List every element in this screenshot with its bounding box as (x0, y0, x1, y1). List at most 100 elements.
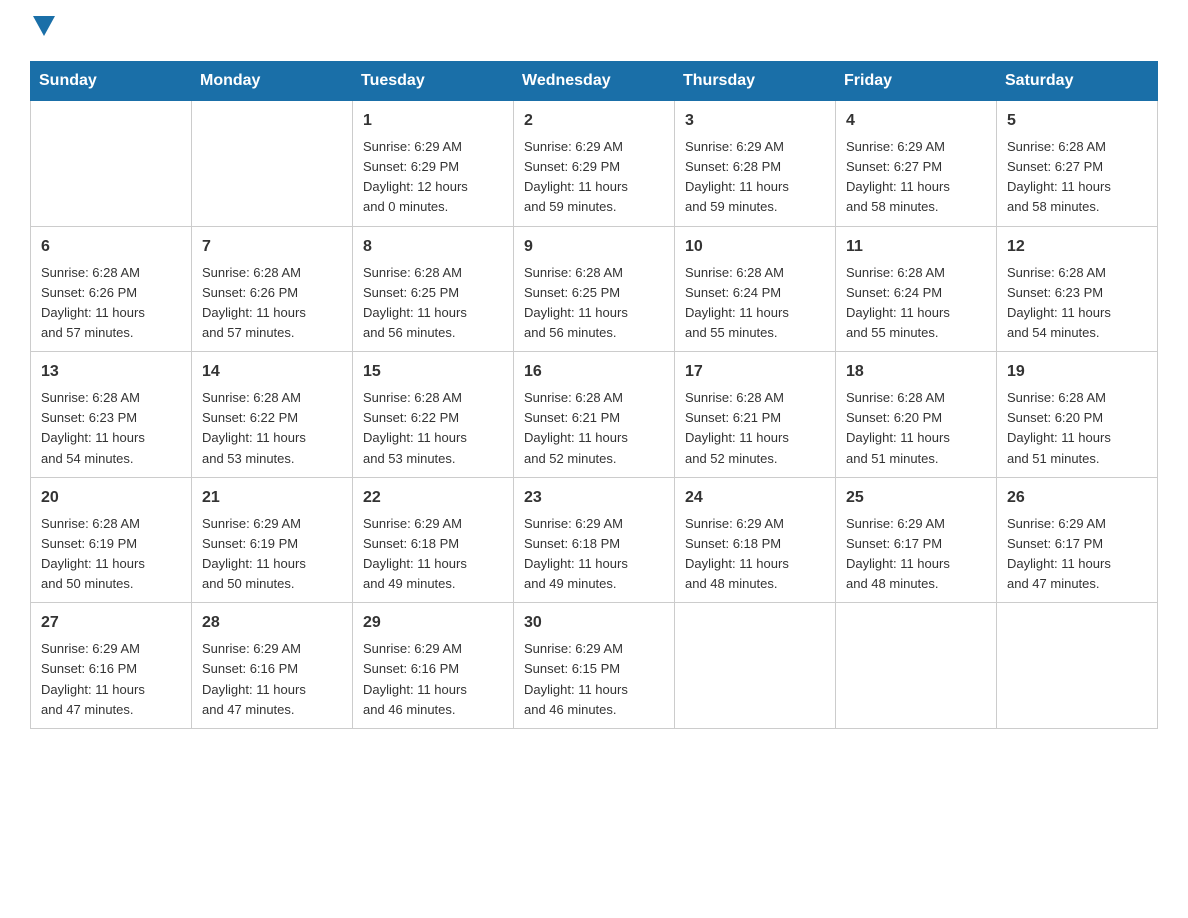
day-number: 15 (363, 360, 503, 384)
day-number: 5 (1007, 109, 1147, 133)
day-info: Sunrise: 6:29 AMSunset: 6:17 PMDaylight:… (1007, 514, 1147, 595)
day-info: Sunrise: 6:28 AMSunset: 6:25 PMDaylight:… (363, 263, 503, 344)
day-info: Sunrise: 6:28 AMSunset: 6:27 PMDaylight:… (1007, 137, 1147, 218)
calendar-cell: 3 Sunrise: 6:29 AMSunset: 6:28 PMDaylight… (675, 101, 836, 227)
day-number: 26 (1007, 486, 1147, 510)
calendar-cell: 5 Sunrise: 6:28 AMSunset: 6:27 PMDaylight… (997, 101, 1158, 227)
calendar-cell: 28 Sunrise: 6:29 AMSunset: 6:16 PMDayligh… (192, 603, 353, 729)
day-number: 12 (1007, 235, 1147, 259)
day-info: Sunrise: 6:28 AMSunset: 6:20 PMDaylight:… (1007, 388, 1147, 469)
calendar-cell: 19 Sunrise: 6:28 AMSunset: 6:20 PMDayligh… (997, 352, 1158, 478)
day-number: 3 (685, 109, 825, 133)
weekday-header-sunday: Sunday (31, 62, 192, 101)
calendar-cell: 27 Sunrise: 6:29 AMSunset: 6:16 PMDayligh… (31, 603, 192, 729)
weekday-header-thursday: Thursday (675, 62, 836, 101)
day-number: 23 (524, 486, 664, 510)
day-number: 20 (41, 486, 181, 510)
calendar-cell (31, 101, 192, 227)
day-number: 6 (41, 235, 181, 259)
day-number: 9 (524, 235, 664, 259)
day-number: 11 (846, 235, 986, 259)
calendar-week-2: 6 Sunrise: 6:28 AMSunset: 6:26 PMDaylight… (31, 226, 1158, 352)
day-info: Sunrise: 6:28 AMSunset: 6:24 PMDaylight:… (685, 263, 825, 344)
calendar-cell: 16 Sunrise: 6:28 AMSunset: 6:21 PMDayligh… (514, 352, 675, 478)
day-info: Sunrise: 6:28 AMSunset: 6:26 PMDaylight:… (202, 263, 342, 344)
calendar-cell: 18Sunrise: 6:28 AMSunset: 6:20 PMDayligh… (836, 352, 997, 478)
header (30, 20, 1158, 41)
calendar-table: SundayMondayTuesdayWednesdayThursdayFrid… (30, 61, 1158, 729)
calendar-cell: 10Sunrise: 6:28 AMSunset: 6:24 PMDayligh… (675, 226, 836, 352)
calendar-week-4: 20 Sunrise: 6:28 AMSunset: 6:19 PMDayligh… (31, 477, 1158, 603)
day-info: Sunrise: 6:28 AMSunset: 6:26 PMDaylight:… (41, 263, 181, 344)
day-number: 19 (1007, 360, 1147, 384)
day-info: Sunrise: 6:28 AMSunset: 6:22 PMDaylight:… (363, 388, 503, 469)
calendar-header: SundayMondayTuesdayWednesdayThursdayFrid… (31, 62, 1158, 101)
day-info: Sunrise: 6:28 AMSunset: 6:25 PMDaylight:… (524, 263, 664, 344)
day-number: 30 (524, 611, 664, 635)
calendar-week-5: 27 Sunrise: 6:29 AMSunset: 6:16 PMDayligh… (31, 603, 1158, 729)
day-number: 2 (524, 109, 664, 133)
day-info: Sunrise: 6:28 AMSunset: 6:21 PMDaylight:… (685, 388, 825, 469)
day-info: Sunrise: 6:28 AMSunset: 6:24 PMDaylight:… (846, 263, 986, 344)
weekday-header-saturday: Saturday (997, 62, 1158, 101)
day-info: Sunrise: 6:29 AMSunset: 6:16 PMDaylight:… (41, 639, 181, 720)
day-info: Sunrise: 6:29 AMSunset: 6:17 PMDaylight:… (846, 514, 986, 595)
day-info: Sunrise: 6:29 AMSunset: 6:19 PMDaylight:… (202, 514, 342, 595)
day-number: 28 (202, 611, 342, 635)
calendar-cell (192, 101, 353, 227)
day-number: 25 (846, 486, 986, 510)
calendar-cell: 2 Sunrise: 6:29 AMSunset: 6:29 PMDaylight… (514, 101, 675, 227)
calendar-cell: 14 Sunrise: 6:28 AMSunset: 6:22 PMDayligh… (192, 352, 353, 478)
calendar-cell: 7Sunrise: 6:28 AMSunset: 6:26 PMDaylight… (192, 226, 353, 352)
calendar-cell: 6 Sunrise: 6:28 AMSunset: 6:26 PMDaylight… (31, 226, 192, 352)
day-number: 16 (524, 360, 664, 384)
calendar-cell: 17 Sunrise: 6:28 AMSunset: 6:21 PMDayligh… (675, 352, 836, 478)
day-info: Sunrise: 6:29 AMSunset: 6:29 PMDaylight:… (524, 137, 664, 218)
day-info: Sunrise: 6:29 AMSunset: 6:18 PMDaylight:… (363, 514, 503, 595)
weekday-header-wednesday: Wednesday (514, 62, 675, 101)
calendar-cell: 11 Sunrise: 6:28 AMSunset: 6:24 PMDayligh… (836, 226, 997, 352)
weekday-header-tuesday: Tuesday (353, 62, 514, 101)
day-info: Sunrise: 6:29 AMSunset: 6:28 PMDaylight:… (685, 137, 825, 218)
weekday-header-monday: Monday (192, 62, 353, 101)
day-number: 27 (41, 611, 181, 635)
calendar-cell: 1Sunrise: 6:29 AMSunset: 6:29 PMDaylight… (353, 101, 514, 227)
calendar-cell: 30 Sunrise: 6:29 AMSunset: 6:15 PMDayligh… (514, 603, 675, 729)
calendar-body: 1Sunrise: 6:29 AMSunset: 6:29 PMDaylight… (31, 101, 1158, 729)
day-info: Sunrise: 6:28 AMSunset: 6:23 PMDaylight:… (41, 388, 181, 469)
day-info: Sunrise: 6:29 AMSunset: 6:18 PMDaylight:… (524, 514, 664, 595)
calendar-cell: 23 Sunrise: 6:29 AMSunset: 6:18 PMDayligh… (514, 477, 675, 603)
calendar-week-1: 1Sunrise: 6:29 AMSunset: 6:29 PMDaylight… (31, 101, 1158, 227)
day-number: 4 (846, 109, 986, 133)
calendar-cell: 9 Sunrise: 6:28 AMSunset: 6:25 PMDaylight… (514, 226, 675, 352)
calendar-cell (997, 603, 1158, 729)
calendar-cell: 25 Sunrise: 6:29 AMSunset: 6:17 PMDayligh… (836, 477, 997, 603)
day-info: Sunrise: 6:28 AMSunset: 6:22 PMDaylight:… (202, 388, 342, 469)
day-number: 29 (363, 611, 503, 635)
day-number: 24 (685, 486, 825, 510)
calendar-cell: 20 Sunrise: 6:28 AMSunset: 6:19 PMDayligh… (31, 477, 192, 603)
day-number: 14 (202, 360, 342, 384)
day-info: Sunrise: 6:29 AMSunset: 6:29 PMDaylight:… (363, 137, 503, 218)
day-number: 13 (41, 360, 181, 384)
day-info: Sunrise: 6:29 AMSunset: 6:16 PMDaylight:… (363, 639, 503, 720)
day-info: Sunrise: 6:29 AMSunset: 6:18 PMDaylight:… (685, 514, 825, 595)
calendar-cell: 29 Sunrise: 6:29 AMSunset: 6:16 PMDayligh… (353, 603, 514, 729)
day-number: 18 (846, 360, 986, 384)
day-info: Sunrise: 6:28 AMSunset: 6:19 PMDaylight:… (41, 514, 181, 595)
calendar-cell: 21Sunrise: 6:29 AMSunset: 6:19 PMDayligh… (192, 477, 353, 603)
logo (30, 20, 55, 41)
day-info: Sunrise: 6:28 AMSunset: 6:21 PMDaylight:… (524, 388, 664, 469)
weekday-header-friday: Friday (836, 62, 997, 101)
calendar-cell (675, 603, 836, 729)
day-number: 8 (363, 235, 503, 259)
calendar-cell: 22Sunrise: 6:29 AMSunset: 6:18 PMDayligh… (353, 477, 514, 603)
day-number: 17 (685, 360, 825, 384)
day-info: Sunrise: 6:29 AMSunset: 6:16 PMDaylight:… (202, 639, 342, 720)
calendar-cell (836, 603, 997, 729)
day-info: Sunrise: 6:29 AMSunset: 6:15 PMDaylight:… (524, 639, 664, 720)
weekday-header-row: SundayMondayTuesdayWednesdayThursdayFrid… (31, 62, 1158, 101)
calendar-cell: 24 Sunrise: 6:29 AMSunset: 6:18 PMDayligh… (675, 477, 836, 603)
calendar-cell: 15 Sunrise: 6:28 AMSunset: 6:22 PMDayligh… (353, 352, 514, 478)
day-info: Sunrise: 6:28 AMSunset: 6:23 PMDaylight:… (1007, 263, 1147, 344)
